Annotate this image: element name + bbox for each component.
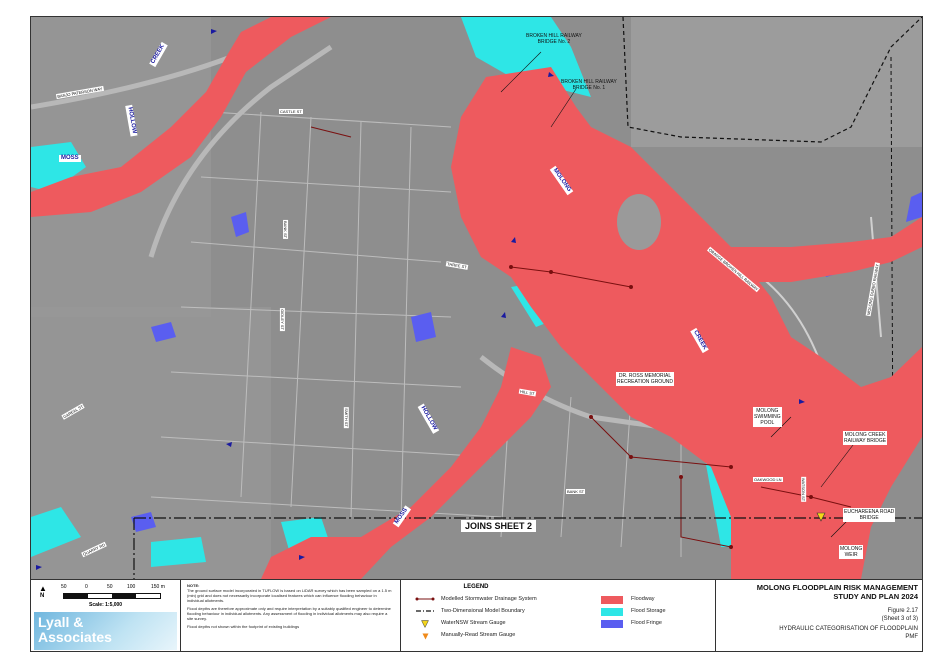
footer-panel: ▲ N 50 0 50 100 150 m Scale: 1:5,000 Lya… (31, 579, 922, 651)
note-p1: The ground surface model incorporated in… (187, 588, 392, 603)
paddock-ne (631, 17, 922, 147)
scale-logo-cell: ▲ N 50 0 50 100 150 m Scale: 1:5,000 Lya… (31, 580, 181, 651)
callout-molong-weir: MOLONG WEIR (839, 545, 864, 559)
north-label: N (40, 593, 45, 599)
legend-title: LEGEND (463, 584, 489, 590)
map-sheet: CREEK HOLLOW MOSS MOLONG CREEK HOLLOW MO… (30, 16, 923, 652)
street-label: BANK ST (283, 219, 289, 240)
orange-triangle-icon (422, 633, 429, 640)
joins-sheet-label: JOINS SHEET 2 (461, 520, 537, 532)
creek-label-moss: MOSS (59, 155, 81, 162)
street-label: BANK ST (566, 489, 586, 494)
flood-storage-swatch (601, 608, 623, 616)
logo: Lyall & Associates (34, 612, 177, 650)
callout-broken-hill-bridge-2: BROKEN HILL RAILWAY BRIDGE No. 2 (526, 33, 582, 45)
drainage-line-icon (415, 597, 435, 601)
subtitle-line2: PMF (905, 634, 918, 640)
callout-swimming-pool: MOLONG SWIMMING POOL (753, 407, 782, 427)
callout-dr-ross: DR. ROSS MEMORIAL RECREATION GROUND (616, 372, 675, 386)
legend-category-label: Floodway (631, 596, 655, 602)
legend-item-label: Modelled Stormwater Drainage System (441, 596, 537, 602)
title-line1: MOLONG FLOODPLAIN RISK MANAGEMENT (756, 583, 918, 592)
scale-tick: 0 (85, 584, 88, 590)
scale-tick: 100 (127, 584, 136, 590)
callout-euchareena-bridge: EUCHAREENA ROAD BRIDGE (843, 508, 896, 522)
title-cell: MOLONG FLOODPLAIN RISK MANAGEMENT STUDY … (716, 580, 922, 651)
yellow-triangle-icon (421, 620, 429, 628)
scale-tick: 150 m (151, 584, 165, 590)
logo-line1: Lyall & (38, 614, 84, 630)
title-line2: STUDY AND PLAN 2024 (833, 592, 918, 601)
boundary-line-icon (416, 610, 434, 612)
legend-item-label: Manually-Read Stream Gauge (441, 632, 516, 638)
figure-number: Figure 2.17 (887, 608, 918, 614)
north-arrow-icon: ▲ (39, 584, 47, 593)
gauge-marker-icon (816, 512, 826, 522)
note-p3: Flood depths not shown within the footpr… (187, 624, 300, 629)
legend-category-label: Flood Fringe (631, 620, 662, 626)
legend-item-label: WaterNSW Stream Gauge (441, 620, 506, 626)
sheet-number: (Sheet 3 of 3) (881, 616, 918, 622)
legend-item-label: Two-Dimensional Model Boundary (441, 608, 525, 614)
logo-line2: Associates (38, 629, 112, 645)
island (617, 194, 661, 250)
subtitle-line1: HYDRAULIC CATEGORISATION OF FLOODPLAIN (779, 626, 918, 632)
callout-molong-creek-railway-bridge: MOLONG CREEK RAILWAY BRIDGE (843, 431, 888, 445)
scale-tick: 50 (107, 584, 113, 590)
street-label: CASTLE ST (279, 109, 303, 114)
street-label: SMITH ST (343, 407, 349, 428)
note-p2: Flood depths are therefore approximate o… (187, 606, 391, 621)
street-label: WATSON ST (801, 476, 807, 503)
scale-tick: 50 (61, 584, 67, 590)
scale-label: Scale: 1:5,000 (89, 602, 123, 608)
flood-fringe-swatch (601, 620, 623, 628)
callout-broken-hill-bridge-1: BROKEN HILL RAILWAY BRIDGE No. 1 (561, 79, 617, 91)
legend-cell: LEGEND Modelled Stormwater Drainage Syst… (401, 580, 716, 651)
map-area[interactable]: CREEK HOLLOW MOSS MOLONG CREEK HOLLOW MO… (31, 17, 922, 579)
note-cell: NOTE: The ground surface model incorpora… (181, 580, 401, 651)
floodway-swatch (601, 596, 623, 604)
street-label: GIDLEY ST (279, 308, 285, 331)
map-canvas (31, 17, 922, 579)
street-label: OAKWOOD LN (753, 477, 783, 482)
scale-bar (63, 593, 161, 599)
legend-category-label: Flood Storage (631, 608, 666, 614)
